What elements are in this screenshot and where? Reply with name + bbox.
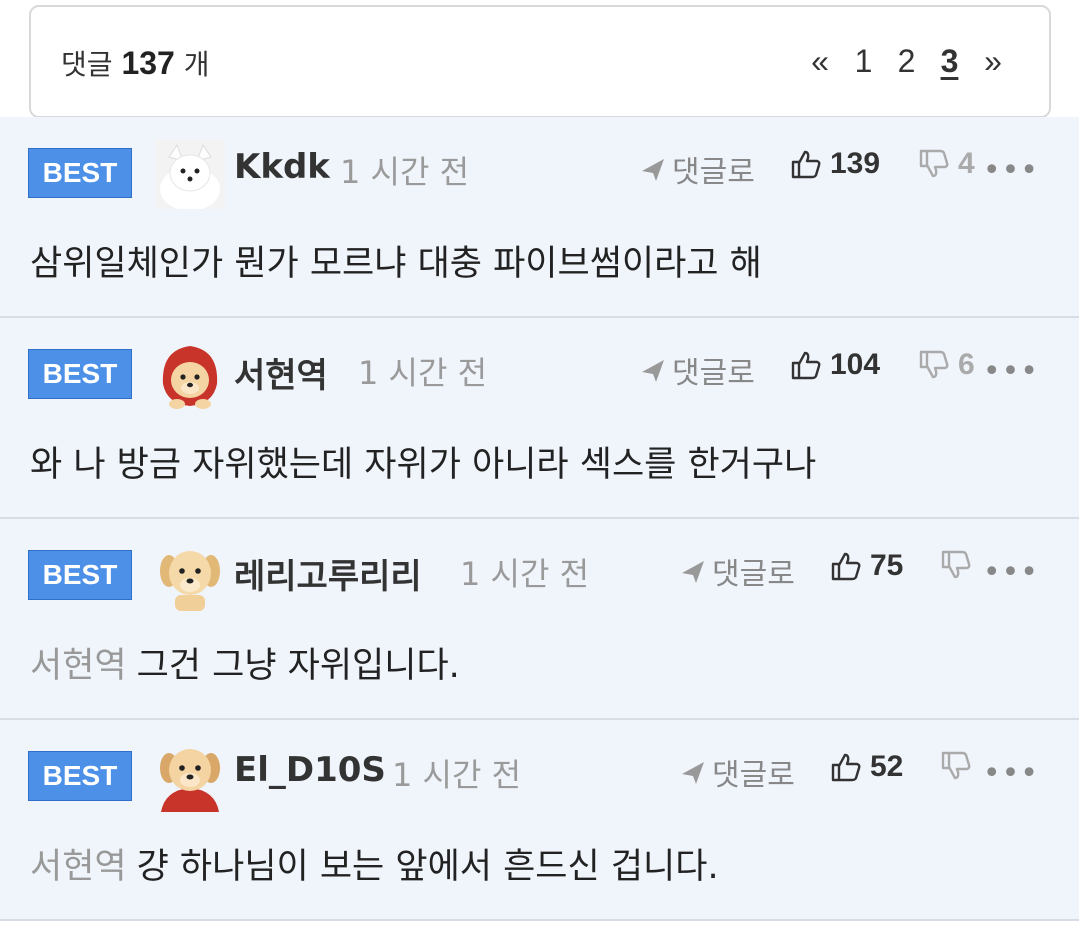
send-arrow-icon [682, 762, 704, 784]
like-button[interactable]: 75 [830, 549, 903, 583]
thumbs-up-icon [831, 753, 861, 782]
like-count: 139 [830, 147, 881, 180]
send-arrow-icon [642, 159, 664, 181]
comment-count: 댓글 137 개 [61, 43, 210, 83]
send-arrow-icon [642, 360, 664, 382]
comment-count-header: 댓글 137 개 « 1 2 3 » [29, 5, 1051, 118]
prev-page-button[interactable]: « [798, 43, 842, 80]
dislike-button[interactable] [940, 549, 980, 581]
count-prefix: 댓글 [61, 48, 113, 81]
comment-item: BEST Kkdk 1 시간 전 댓글로 139 4 ••• 삼위일체인가 뭔가… [0, 117, 1079, 318]
like-button[interactable]: 52 [830, 750, 903, 784]
puppy-red-hood-avatar[interactable] [155, 340, 225, 410]
count-number: 137 [121, 45, 175, 81]
reply-label: 댓글로 [672, 155, 755, 190]
dislike-button[interactable]: 6 [918, 348, 975, 382]
page-1-link[interactable]: 1 [842, 43, 885, 80]
reply-button[interactable]: 댓글로 [678, 549, 795, 593]
author-name[interactable]: El_D10S [234, 750, 386, 790]
comment-item: BEST 레리고루리리 1 시간 전 댓글로 75 ••• 서현역 그건 그냥 … [0, 519, 1079, 720]
next-page-button[interactable]: » [971, 43, 1015, 80]
reply-mention[interactable]: 서현역 [30, 847, 127, 887]
reply-button[interactable]: 댓글로 [678, 750, 795, 794]
reply-label: 댓글로 [712, 557, 795, 592]
comment-item: BEST 서현역 1 시간 전 댓글로 104 6 ••• 와 나 방금 자위했… [0, 318, 1079, 519]
like-count: 75 [870, 549, 904, 582]
thumbs-up-icon [831, 552, 861, 581]
thumbs-down-icon [919, 350, 949, 379]
dislike-count: 6 [958, 348, 975, 381]
thumbs-down-icon [941, 751, 971, 780]
author-name[interactable]: 레리고루리리 [234, 549, 422, 598]
comment-body: 서현역 그건 그냥 자위입니다. [30, 637, 460, 688]
comment-text: 그건 그냥 자위입니다. [136, 646, 460, 686]
comment-body: 삼위일체인가 뭔가 모르냐 대충 파이브썸이라고 해 [30, 235, 762, 286]
author-name[interactable]: 서현역 [234, 348, 328, 397]
comment-text: 와 나 방금 자위했는데 자위가 아니라 섹스를 한거구나 [30, 445, 817, 485]
like-count: 52 [870, 750, 904, 783]
send-arrow-icon [682, 561, 704, 583]
more-options-icon[interactable]: ••• [983, 354, 1039, 389]
comment-body: 서현역 걍 하나님이 보는 앞에서 흔드신 겁니다. [30, 838, 719, 889]
comment-body: 와 나 방금 자위했는데 자위가 아니라 섹스를 한거구나 [30, 436, 816, 487]
reply-label: 댓글로 [712, 758, 795, 793]
best-badge: BEST [28, 349, 132, 399]
reply-label: 댓글로 [672, 356, 755, 391]
count-suffix: 개 [183, 48, 210, 81]
comment-list: BEST Kkdk 1 시간 전 댓글로 139 4 ••• 삼위일체인가 뭔가… [0, 117, 1079, 921]
white-fox-avatar[interactable] [155, 139, 225, 209]
comment-item: BEST El_D10S 1 시간 전 댓글로 52 ••• 서현역 걍 하나님… [0, 720, 1079, 921]
thumbs-up-icon [791, 150, 821, 179]
pagination: « 1 2 3 » [798, 43, 1015, 80]
dislike-button[interactable] [940, 750, 980, 782]
best-badge: BEST [28, 148, 132, 198]
comment-text: 삼위일체인가 뭔가 모르냐 대충 파이브썸이라고 해 [30, 244, 762, 284]
page-3-current[interactable]: 3 [928, 43, 971, 80]
reply-button[interactable]: 댓글로 [638, 147, 755, 191]
more-options-icon[interactable]: ••• [983, 756, 1039, 791]
page-2-link[interactable]: 2 [885, 43, 928, 80]
like-count: 104 [830, 348, 881, 381]
best-badge: BEST [28, 751, 132, 801]
reply-mention[interactable]: 서현역 [30, 646, 127, 686]
more-options-icon[interactable]: ••• [983, 153, 1039, 188]
like-button[interactable]: 139 [790, 147, 880, 181]
comment-time: 1 시간 전 [340, 153, 470, 191]
dislike-button[interactable]: 4 [918, 147, 975, 181]
more-options-icon[interactable]: ••• [983, 555, 1039, 590]
comment-time: 1 시간 전 [460, 555, 590, 593]
author-name[interactable]: Kkdk [234, 147, 330, 187]
dislike-count: 4 [958, 147, 975, 180]
comment-time: 1 시간 전 [358, 354, 488, 392]
best-badge: BEST [28, 550, 132, 600]
thumbs-down-icon [941, 550, 971, 579]
puppy-red-cape-avatar[interactable] [155, 742, 225, 812]
like-button[interactable]: 104 [790, 348, 880, 382]
thumbs-down-icon [919, 149, 949, 178]
comment-time: 1 시간 전 [392, 756, 522, 794]
puppy-avatar[interactable] [155, 541, 225, 611]
reply-button[interactable]: 댓글로 [638, 348, 755, 392]
thumbs-up-icon [791, 351, 821, 380]
comment-text: 걍 하나님이 보는 앞에서 흔드신 겁니다. [136, 847, 719, 887]
